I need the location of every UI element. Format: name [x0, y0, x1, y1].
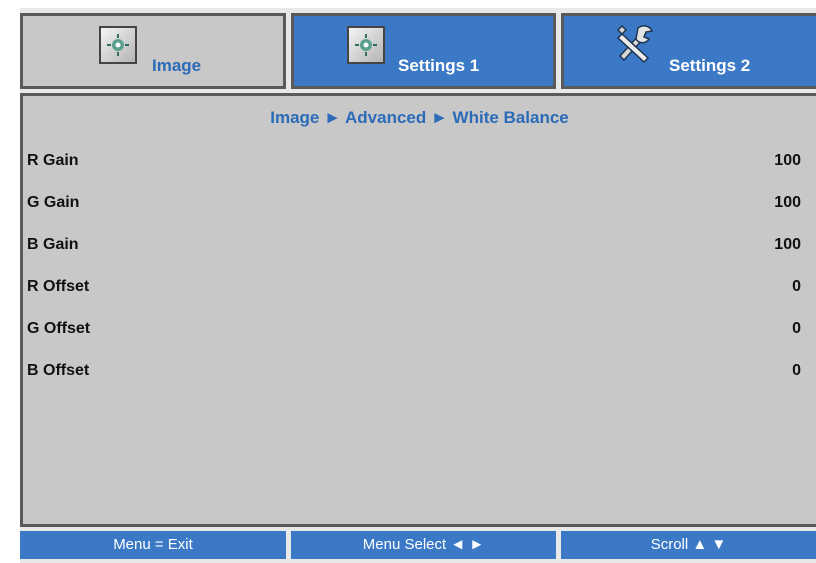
setting-r-gain[interactable]: R Gain 100	[23, 141, 816, 183]
tab-image-label: Image	[152, 56, 202, 75]
setting-value: 0	[792, 362, 801, 379]
tab-image[interactable]: Image	[20, 13, 286, 89]
setting-r-offset[interactable]: R Offset 0	[23, 267, 816, 309]
setting-value: 100	[774, 236, 801, 253]
tab-bar: Image Settings 1 Settings 2	[20, 8, 816, 93]
osd-menu: Image Settings 1 Settings 2 Image ► Adva…	[20, 8, 816, 563]
menu-select-hint: Menu Select ◄ ►	[291, 531, 556, 559]
tab-settings-2[interactable]: Settings 2	[561, 13, 816, 89]
tab-settings-2-label: Settings 2	[669, 56, 751, 75]
tab-settings-1[interactable]: Settings 1	[291, 13, 556, 89]
setting-label: B Gain	[27, 236, 79, 253]
tab-settings-1-label: Settings 1	[398, 56, 480, 75]
footer-hints: Menu = Exit Menu Select ◄ ► Scroll ▲ ▼	[20, 527, 816, 563]
setting-value: 100	[774, 152, 801, 169]
breadcrumb: Image ► Advanced ► White Balance	[270, 108, 569, 127]
setting-label: G Gain	[27, 194, 80, 211]
setting-label: R Offset	[27, 278, 90, 295]
image-icon	[99, 26, 137, 64]
setting-g-offset[interactable]: G Offset 0	[23, 309, 816, 351]
setting-label: B Offset	[27, 362, 90, 379]
setting-value: 0	[792, 320, 801, 337]
settings1-icon	[347, 26, 385, 64]
settings-list: R Gain 100 G Gain 100 B Gain 100 R Offse…	[23, 141, 816, 393]
setting-b-offset[interactable]: B Offset 0	[23, 351, 816, 393]
scroll-hint: Scroll ▲ ▼	[561, 531, 816, 559]
setting-value: 100	[774, 194, 801, 211]
menu-exit-hint: Menu = Exit	[20, 531, 286, 559]
setting-b-gain[interactable]: B Gain 100	[23, 225, 816, 267]
setting-g-gain[interactable]: G Gain 100	[23, 183, 816, 225]
white-balance-panel: Image ► Advanced ► White Balance R Gain …	[20, 93, 816, 527]
setting-label: G Offset	[27, 320, 91, 337]
setting-label: R Gain	[27, 152, 79, 169]
setting-value: 0	[792, 278, 801, 295]
tools-icon	[610, 22, 658, 64]
